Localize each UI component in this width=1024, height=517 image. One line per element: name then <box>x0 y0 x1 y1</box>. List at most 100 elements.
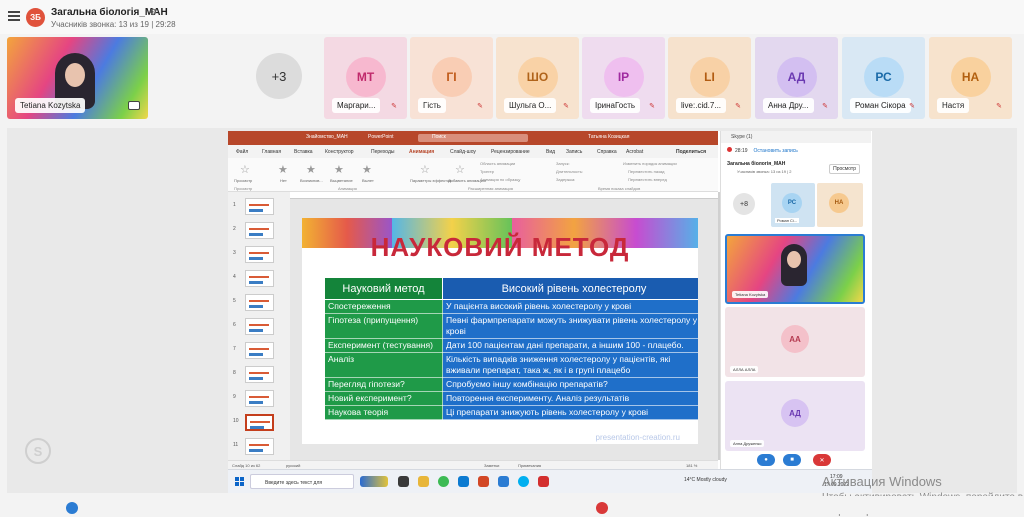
self-video-tile[interactable]: Tetiana Kozytska <box>7 37 148 119</box>
slide-canvas[interactable]: НАУКОВИЙ МЕТОД Науковий метод Високий рі… <box>302 218 698 444</box>
panel-tile-ad[interactable]: АД Анна Друженко <box>725 381 865 451</box>
tab-animation[interactable]: Анимация <box>409 149 434 155</box>
participant-name: Настя <box>937 98 970 113</box>
delay-field[interactable]: Задержка: <box>556 177 575 182</box>
trigger[interactable]: Триггер <box>480 169 494 174</box>
tab-record[interactable]: Запись <box>566 149 582 155</box>
windows-start-icon[interactable] <box>235 477 244 486</box>
slide-editor: НАУКОВИЙ МЕТОД Науковий метод Високий рі… <box>290 192 718 460</box>
thumb-number: 10 <box>233 418 239 424</box>
tab-view[interactable]: Вид <box>546 149 555 155</box>
menu-icon[interactable] <box>8 11 20 21</box>
tab-slideshow[interactable]: Слайд-шоу <box>450 149 476 155</box>
thumb-number: 7 <box>233 346 236 352</box>
table-row: Спостереження У пацієнта високий рівень х… <box>324 299 698 314</box>
hangup-button-icon[interactable] <box>596 502 608 514</box>
participant-avatar: РС <box>863 57 904 97</box>
participant-avatar: ШО <box>517 57 558 97</box>
status-notes[interactable]: Заметки <box>484 463 499 468</box>
participant-tile[interactable]: ГІ Гість ✎ <box>410 37 493 119</box>
status-comments[interactable]: Примечания <box>518 463 541 468</box>
panel-speaker-tile[interactable]: Tetiana Kozytska <box>725 234 865 304</box>
tab-design[interactable]: Конструктор <box>325 149 354 155</box>
stop-recording-button[interactable]: Остановить запись <box>754 148 798 154</box>
ppt-app-name: PowerPoint <box>368 134 394 140</box>
ruler <box>290 192 718 199</box>
word-icon[interactable] <box>498 476 509 487</box>
tab-insert[interactable]: Вставка <box>294 149 313 155</box>
effect-fade-label: Выцветание <box>330 178 353 183</box>
mic-button-icon[interactable] <box>66 502 78 514</box>
task-view-icon[interactable] <box>398 476 409 487</box>
slide-thumbnail[interactable] <box>245 222 274 239</box>
slide-thumbnail[interactable] <box>245 390 274 407</box>
tab-review[interactable]: Рецензирование <box>491 149 530 155</box>
ppt-statusbar: Слайд 10 из 62 русский Заметки Примечани… <box>228 460 718 469</box>
skype-taskbar-icon[interactable] <box>518 476 529 487</box>
slide-thumbnail[interactable] <box>245 366 274 383</box>
participant-tile[interactable]: ШО Шульга О... ✎ <box>496 37 579 119</box>
effect-params-icon[interactable]: ☆ <box>420 164 432 176</box>
participant-count: Учасників звонка: 13 из 19 | 29:28 <box>51 20 176 29</box>
slide-thumbnail[interactable] <box>245 198 274 215</box>
add-animation-icon[interactable]: ☆ <box>455 164 467 176</box>
acrobat-icon[interactable] <box>538 476 549 487</box>
participant-tile[interactable]: ІР ІринаГость ✎ <box>582 37 665 119</box>
participant-tile[interactable]: АД Анна Дру... ✎ <box>755 37 838 119</box>
more-participants-button[interactable]: +3 <box>256 53 302 99</box>
step-description: У пацієнта високий рівень холестеролу у … <box>442 299 698 314</box>
chrome-icon[interactable] <box>438 476 449 487</box>
share-button[interactable]: Поделиться <box>676 149 706 155</box>
panel-mic-button[interactable]: ● <box>757 454 775 466</box>
panel-hangup-button[interactable]: ✕ <box>813 454 831 466</box>
slide-thumbnail[interactable] <box>245 318 274 335</box>
muted-mic-icon: ✎ <box>735 103 741 110</box>
panel-more-button[interactable]: +8 <box>733 193 755 215</box>
participant-avatar: МТ <box>345 57 386 97</box>
gear-icon[interactable]: ⚙ <box>149 7 157 18</box>
folder-icon[interactable] <box>418 476 429 487</box>
powerpoint-icon[interactable] <box>478 476 489 487</box>
effect-appear-icon[interactable]: ★ <box>306 164 318 176</box>
view-button[interactable]: Просмотр <box>829 164 860 174</box>
effect-fly-icon[interactable]: ★ <box>362 164 374 176</box>
panel-camera-button[interactable]: ■ <box>783 454 801 466</box>
step-description: Певні фармпрепарати можуть знижувати рів… <box>442 313 698 339</box>
tab-home[interactable]: Главная <box>262 149 281 155</box>
participant-avatar: LI <box>689 57 730 97</box>
slide-thumbnail[interactable] <box>245 438 274 455</box>
news-widget-icon[interactable] <box>360 476 388 487</box>
panel-ad-name: Анна Друженко <box>730 440 765 447</box>
status-lang: русский <box>286 463 301 468</box>
participant-strip: Tetiana Kozytska +3 МТ Маргари... ✎ ГІ Гість… <box>0 34 1024 122</box>
tab-acrobat[interactable]: Acrobat <box>626 149 643 155</box>
tab-transitions[interactable]: Переходы <box>371 149 394 155</box>
preview-icon[interactable]: ☆ <box>240 164 252 176</box>
preview-group-label: Просмотр <box>234 186 253 191</box>
status-slide: Слайд 10 из 62 <box>232 463 261 468</box>
tab-file[interactable]: Файл <box>236 149 248 155</box>
edge-icon[interactable] <box>458 476 469 487</box>
anim-painter[interactable]: Анимация по образцу <box>480 177 520 182</box>
panel-tile-aa[interactable]: АА АЛЛА АЛЛА <box>725 307 865 377</box>
weather-text[interactable]: 14°C Mostly cloudy <box>684 477 727 483</box>
tab-help[interactable]: Справка <box>597 149 617 155</box>
duration-field[interactable]: Длительность: <box>556 169 583 174</box>
move-later[interactable]: Переместить вперед <box>628 177 667 182</box>
effect-fade-icon[interactable]: ★ <box>334 164 346 176</box>
anim-pane[interactable]: Область анимации <box>480 161 515 166</box>
slide-thumbnail[interactable] <box>245 246 274 263</box>
slide-thumbnail[interactable] <box>245 294 274 311</box>
participant-tile[interactable]: МТ Маргари... ✎ <box>324 37 407 119</box>
participant-tile[interactable]: LI live:.cid.7... ✎ <box>668 37 751 119</box>
effect-none-icon[interactable]: ★ <box>278 164 290 176</box>
start-field[interactable]: Запуск: <box>556 161 570 166</box>
participant-tile[interactable]: НА Настя ✎ <box>929 37 1012 119</box>
status-zoom[interactable]: 181 % <box>686 463 697 468</box>
participant-tile[interactable]: РС Роман Сікора ✎ <box>842 37 925 119</box>
slide-thumbnail[interactable] <box>245 342 274 359</box>
taskbar-search[interactable]: Введите здесь текст для <box>250 474 354 489</box>
slide-thumbnail[interactable] <box>245 270 274 287</box>
move-earlier[interactable]: Переместить назад <box>628 169 664 174</box>
slide-thumbnail[interactable] <box>245 414 274 431</box>
